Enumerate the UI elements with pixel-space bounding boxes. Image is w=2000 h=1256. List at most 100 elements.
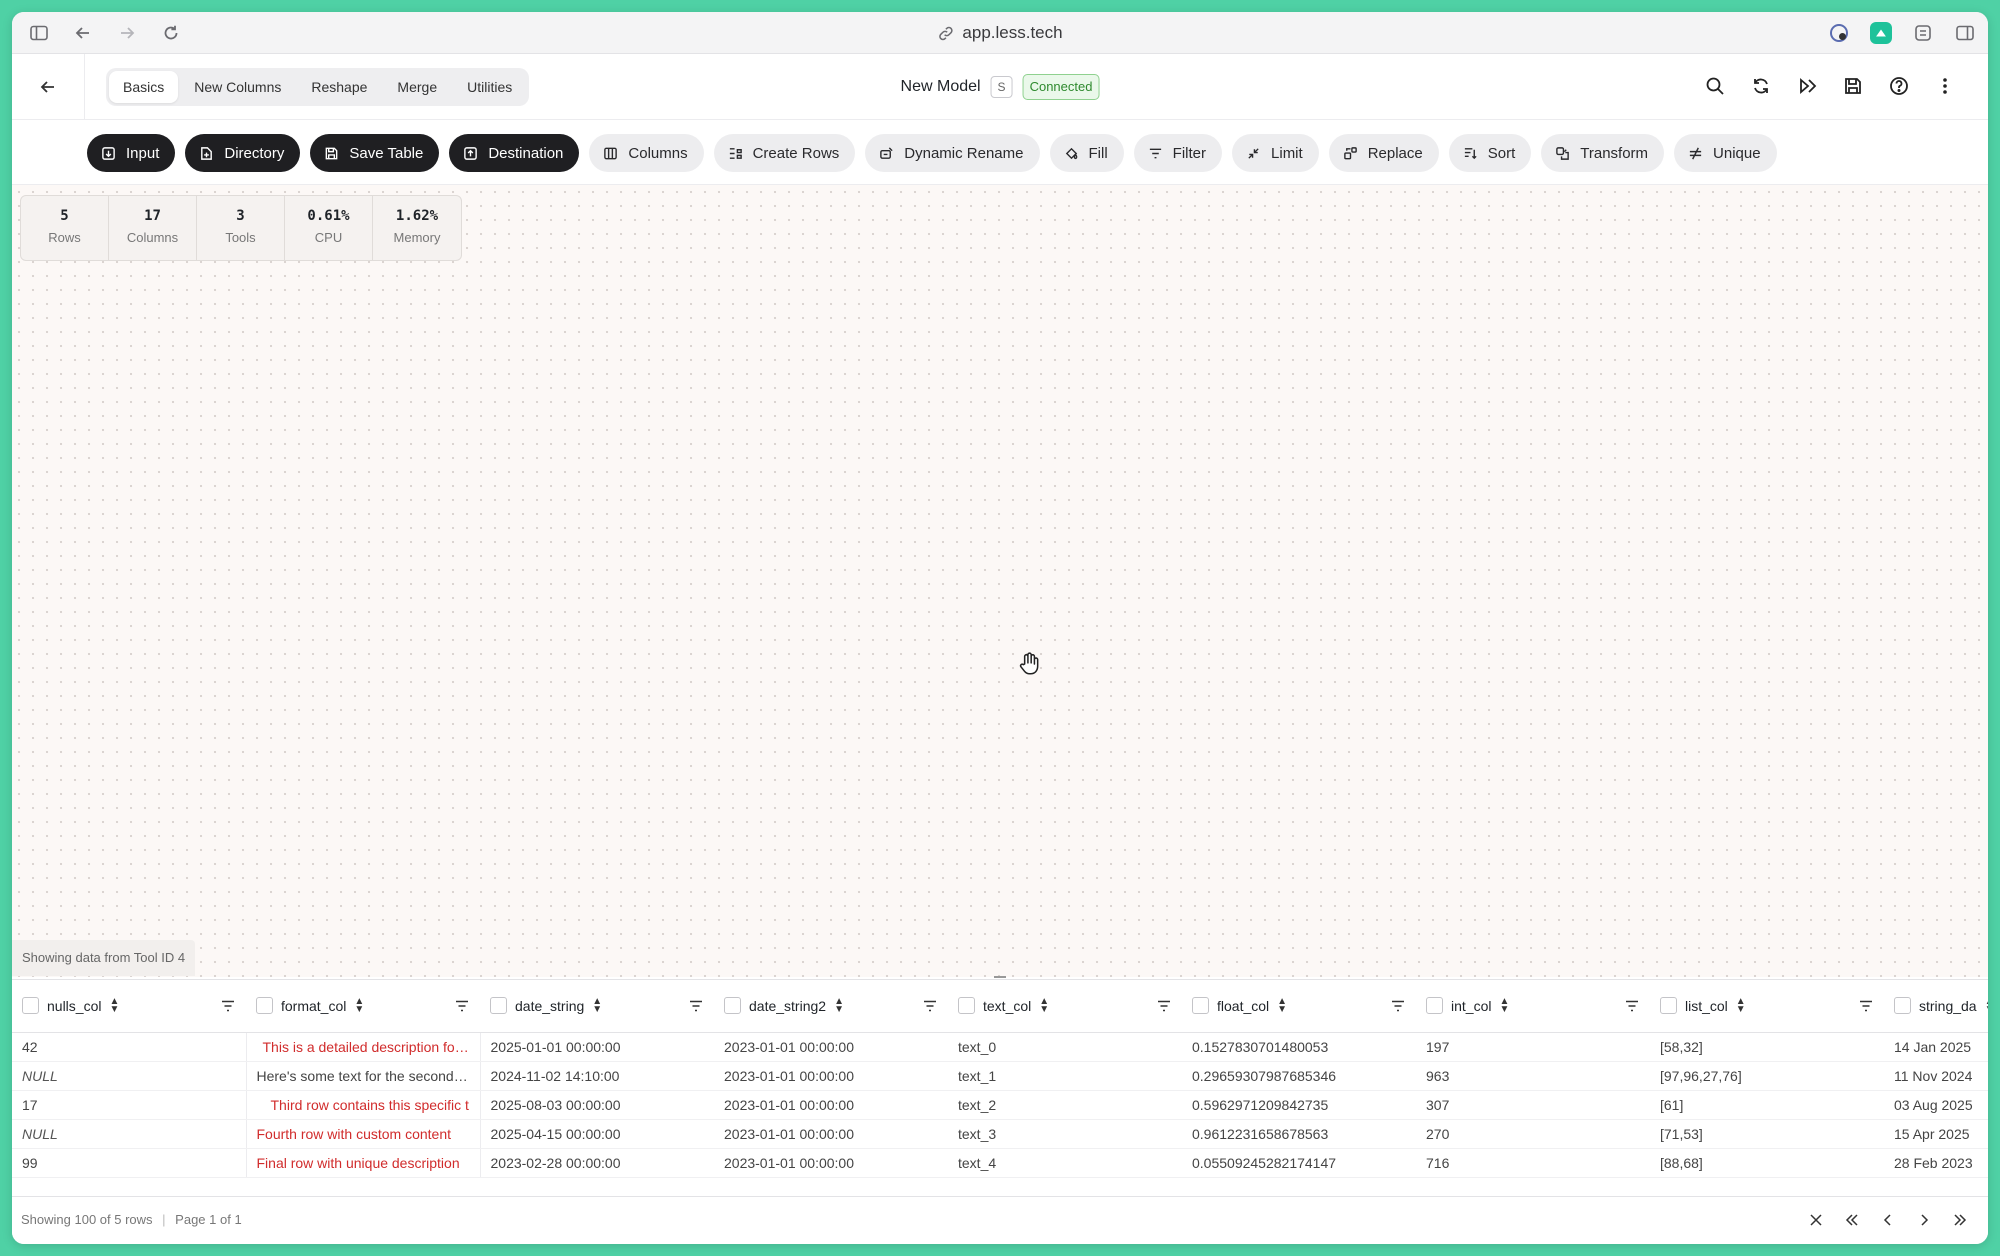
- column-filter-icon[interactable]: [1624, 998, 1640, 1014]
- tool-button-filter[interactable]: Filter: [1133, 134, 1223, 172]
- table-cell[interactable]: Here's some text for the second r...: [245, 1061, 481, 1091]
- workflow-canvas[interactable]: 5 Rows 17 Columns 3 Tools 0.61% CPU 1.62% Memory …: [12, 185, 1988, 977]
- table-cell[interactable]: 197: [1416, 1032, 1650, 1062]
- close-icon[interactable]: [1802, 1206, 1830, 1234]
- search-icon[interactable]: [1702, 73, 1728, 99]
- table-cell[interactable]: 99: [12, 1148, 246, 1178]
- table-cell[interactable]: Third row contains this specific t: [245, 1090, 481, 1120]
- table-cell[interactable]: 2025-08-03 00:00:00: [480, 1090, 714, 1120]
- table-cell[interactable]: 2023-02-28 00:00:00: [480, 1148, 714, 1178]
- table-cell[interactable]: NULL: [12, 1119, 246, 1149]
- extension-profile-icon[interactable]: [1826, 20, 1852, 46]
- column-header-nulls_col[interactable]: nulls_col ▲ ▼: [12, 980, 246, 1033]
- table-cell[interactable]: 307: [1416, 1090, 1650, 1120]
- table-cell[interactable]: 2024-11-02 14:10:00: [480, 1061, 714, 1091]
- table-cell[interactable]: 2023-01-01 00:00:00: [714, 1119, 948, 1149]
- table-cell[interactable]: 963: [1416, 1061, 1650, 1091]
- table-cell[interactable]: Fourth row with custom content: [245, 1119, 481, 1149]
- sort-toggle-icon[interactable]: ▲▼: [1039, 996, 1049, 1014]
- table-cell[interactable]: 2025-01-01 00:00:00: [480, 1032, 714, 1062]
- split-view-icon[interactable]: [1952, 20, 1978, 46]
- table-cell[interactable]: 0.05509245282174147: [1182, 1148, 1416, 1178]
- run-icon[interactable]: [1794, 73, 1820, 99]
- tool-button-create-rows[interactable]: Create Rows: [713, 134, 856, 172]
- table-cell[interactable]: text_2: [948, 1090, 1182, 1120]
- table-cell[interactable]: This is a detailed description for ro: [245, 1032, 481, 1062]
- tool-button-fill[interactable]: Fill: [1049, 134, 1124, 172]
- tab-merge[interactable]: Merge: [383, 71, 451, 103]
- tool-button-sort[interactable]: Sort: [1448, 134, 1532, 172]
- table-row[interactable]: NULL Here's some text for the second r...…: [12, 1061, 1988, 1091]
- sort-toggle-icon[interactable]: ▲▼: [1736, 996, 1746, 1014]
- table-row[interactable]: 42 This is a detailed description for ro 2…: [12, 1032, 1988, 1062]
- tool-button-unique[interactable]: Unique: [1674, 134, 1777, 172]
- table-cell[interactable]: text_3: [948, 1119, 1182, 1149]
- column-filter-icon[interactable]: [1156, 998, 1172, 1014]
- sort-toggle-icon[interactable]: ▲▼: [834, 996, 844, 1014]
- table-cell[interactable]: 0.1527830701480053: [1182, 1032, 1416, 1062]
- column-header-string_da[interactable]: string_da ▲▼: [1884, 980, 1988, 1033]
- table-cell[interactable]: 28 Feb 2023: [1884, 1148, 1988, 1178]
- table-cell[interactable]: 2025-04-15 00:00:00: [480, 1119, 714, 1149]
- column-filter-icon[interactable]: [922, 998, 938, 1014]
- column-header-list_col[interactable]: list_col ▲ ▼: [1650, 980, 1884, 1033]
- save-icon[interactable]: [1840, 73, 1866, 99]
- column-filter-icon[interactable]: [1390, 998, 1406, 1014]
- table-cell[interactable]: 270: [1416, 1119, 1650, 1149]
- sidebar-toggle-icon[interactable]: [26, 20, 52, 46]
- column-header-float_col[interactable]: float_col ▲ ▼: [1182, 980, 1416, 1033]
- table-cell[interactable]: 03 Aug 2025: [1884, 1090, 1988, 1120]
- extension-app-icon[interactable]: [1868, 20, 1894, 46]
- tool-button-input[interactable]: Input: [87, 134, 176, 172]
- sort-toggle-icon[interactable]: ▲▼: [1499, 996, 1509, 1014]
- column-header-int_col[interactable]: int_col ▲ ▼: [1416, 980, 1650, 1033]
- table-cell[interactable]: NULL: [12, 1061, 246, 1091]
- column-filter-icon[interactable]: [1858, 998, 1874, 1014]
- tool-button-dynamic-rename[interactable]: Dynamic Rename: [865, 134, 1040, 172]
- column-header-format_col[interactable]: format_col ▲ ▼: [246, 980, 480, 1033]
- column-filter-icon[interactable]: [688, 998, 704, 1014]
- sort-toggle-icon[interactable]: ▲▼: [1985, 996, 1988, 1014]
- column-header-date_string[interactable]: date_string ▲ ▼: [480, 980, 714, 1033]
- tool-button-directory[interactable]: Directory: [185, 134, 301, 172]
- table-cell[interactable]: 716: [1416, 1148, 1650, 1178]
- tool-button-columns[interactable]: Columns: [589, 134, 704, 172]
- previous-page-icon[interactable]: [1874, 1206, 1902, 1234]
- table-cell[interactable]: 14 Jan 2025: [1884, 1032, 1988, 1062]
- table-cell[interactable]: 17: [12, 1090, 246, 1120]
- table-cell[interactable]: 11 Nov 2024: [1884, 1061, 1988, 1091]
- table-cell[interactable]: 0.9612231658678563: [1182, 1119, 1416, 1149]
- browser-back-icon[interactable]: [70, 20, 96, 46]
- sort-toggle-icon[interactable]: ▲▼: [592, 996, 602, 1014]
- first-page-icon[interactable]: [1838, 1206, 1866, 1234]
- table-cell[interactable]: 0.5962971209842735: [1182, 1090, 1416, 1120]
- model-name[interactable]: New Model: [901, 78, 981, 96]
- table-cell[interactable]: [88,68]: [1650, 1148, 1884, 1178]
- tab-new-columns[interactable]: New Columns: [180, 71, 295, 103]
- table-row[interactable]: 17 Third row contains this specific t 2025…: [12, 1090, 1988, 1120]
- tab-basics[interactable]: Basics: [109, 71, 179, 103]
- table-cell[interactable]: [97,96,27,76]: [1650, 1061, 1884, 1091]
- table-cell[interactable]: Final row with unique description: [245, 1148, 481, 1178]
- table-cell[interactable]: 2023-01-01 00:00:00: [714, 1090, 948, 1120]
- extension-tool-icon[interactable]: [1910, 20, 1936, 46]
- tab-utilities[interactable]: Utilities: [453, 71, 526, 103]
- table-cell[interactable]: 0.29659307987685346: [1182, 1061, 1416, 1091]
- next-page-icon[interactable]: [1910, 1206, 1938, 1234]
- more-menu-icon[interactable]: [1932, 73, 1958, 99]
- table-cell[interactable]: 2023-01-01 00:00:00: [714, 1061, 948, 1091]
- table-row[interactable]: NULL Fourth row with custom content 2025-0…: [12, 1119, 1988, 1149]
- reload-icon[interactable]: [158, 20, 184, 46]
- table-cell[interactable]: text_1: [948, 1061, 1182, 1091]
- tool-button-replace[interactable]: Replace: [1328, 134, 1439, 172]
- table-cell[interactable]: [58,32]: [1650, 1032, 1884, 1062]
- last-page-icon[interactable]: [1946, 1206, 1974, 1234]
- column-header-text_col[interactable]: text_col ▲ ▼: [948, 980, 1182, 1033]
- table-cell[interactable]: 2023-01-01 00:00:00: [714, 1032, 948, 1062]
- browser-forward-icon[interactable]: [114, 20, 140, 46]
- refresh-icon[interactable]: [1748, 73, 1774, 99]
- column-filter-icon[interactable]: [454, 998, 470, 1014]
- tool-button-limit[interactable]: Limit: [1232, 134, 1319, 172]
- table-cell[interactable]: text_0: [948, 1032, 1182, 1062]
- table-cell[interactable]: text_4: [948, 1148, 1182, 1178]
